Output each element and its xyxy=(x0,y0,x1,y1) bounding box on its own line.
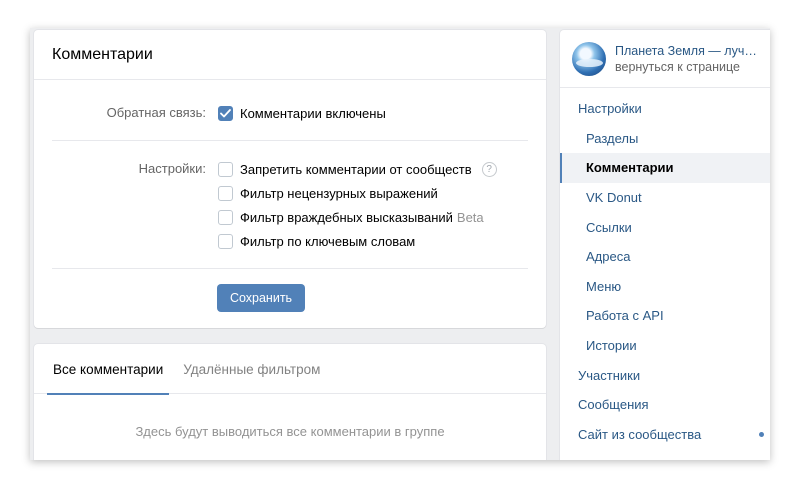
sidebar-item-label: Сайт из сообщества xyxy=(578,426,702,442)
checkbox-icon[interactable] xyxy=(218,185,233,201)
divider xyxy=(52,268,528,269)
comments-settings-card: Комментарии Обратная связь: Комментарии … xyxy=(34,30,546,328)
block-community-comments-checkbox[interactable]: Запретить комментарии от сообществ ? xyxy=(218,160,497,178)
profanity-filter-checkbox[interactable]: Фильтр нецензурных выражений xyxy=(218,184,438,202)
tab-all-comments[interactable]: Все комментарии xyxy=(47,344,170,395)
sidebar-item-messages[interactable]: Сообщения xyxy=(560,390,770,420)
save-button[interactable]: Сохранить xyxy=(217,284,305,312)
beta-badge: Beta xyxy=(456,209,484,225)
comments-enabled-label: Комментарии включены xyxy=(240,105,386,121)
sidebar-item-comments[interactable]: Комментарии xyxy=(560,153,770,183)
empty-state-text: Здесь будут выводиться все комментарии в… xyxy=(135,424,445,439)
vk-settings-window: Комментарии Обратная связь: Комментарии … xyxy=(30,28,770,460)
card-title: Комментарии xyxy=(34,30,546,80)
hostile-filter-label: Фильтр враждебных высказываний xyxy=(240,209,453,225)
divider xyxy=(52,140,528,141)
checkbox-checked-icon[interactable] xyxy=(218,105,233,121)
new-indicator-dot xyxy=(759,431,764,437)
sidebar-item-vk-donut[interactable]: VK Donut xyxy=(560,183,770,213)
sidebar-item-addresses[interactable]: Адреса xyxy=(560,242,770,272)
settings-sidebar: Планета Земля — лучши... вернуться к стр… xyxy=(560,30,770,460)
sidebar-item-api[interactable]: Работа с API xyxy=(560,301,770,331)
sidebar-item-links[interactable]: Ссылки xyxy=(560,212,770,242)
settings-label: Настройки: xyxy=(138,161,206,176)
sidebar-item-menu[interactable]: Меню xyxy=(560,272,770,302)
checkbox-icon[interactable] xyxy=(218,209,233,225)
sidebar-item-stories[interactable]: Истории xyxy=(560,331,770,361)
sidebar-item-community-site[interactable]: Сайт из сообщества xyxy=(560,420,770,450)
comments-tabs: Все комментарии Удалённые фильтром xyxy=(34,344,546,395)
group-avatar[interactable] xyxy=(572,41,606,76)
sidebar-item-members[interactable]: Участники xyxy=(560,360,770,390)
sidebar-item-sections[interactable]: Разделы xyxy=(560,124,770,154)
comments-list-card: Все комментарии Удалённые фильтром Здесь… xyxy=(34,344,546,460)
keyword-filter-label: Фильтр по ключевым словам xyxy=(240,233,416,249)
keyword-filter-checkbox[interactable]: Фильтр по ключевым словам xyxy=(218,232,415,250)
block-community-comments-label: Запретить комментарии от сообществ xyxy=(240,161,472,177)
help-icon[interactable]: ? xyxy=(481,161,497,177)
group-name-link[interactable]: Планета Земля — лучши... xyxy=(615,44,765,58)
comments-enabled-checkbox[interactable]: Комментарии включены xyxy=(218,104,386,122)
sidebar-menu: Настройки Разделы Комментарии VK Donut С… xyxy=(560,94,770,449)
feedback-label: Обратная связь: xyxy=(106,105,206,120)
profanity-filter-label: Фильтр нецензурных выражений xyxy=(240,185,438,201)
checkbox-icon[interactable] xyxy=(218,161,233,177)
checkbox-icon[interactable] xyxy=(218,233,233,249)
group-header[interactable]: Планета Земля — лучши... вернуться к стр… xyxy=(560,30,770,88)
tab-filtered-comments[interactable]: Удалённые фильтром xyxy=(177,344,326,394)
back-to-page-link[interactable]: вернуться к странице xyxy=(615,60,765,74)
sidebar-item-settings[interactable]: Настройки xyxy=(560,94,770,124)
hostile-filter-checkbox[interactable]: Фильтр враждебных высказываний Beta xyxy=(218,208,484,226)
